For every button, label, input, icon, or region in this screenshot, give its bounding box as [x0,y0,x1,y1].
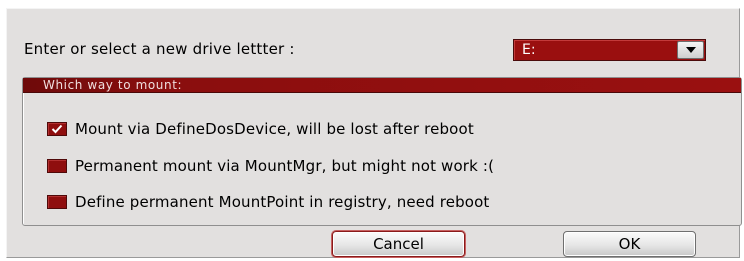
option-label: Mount via DefineDosDevice, will be lost … [75,120,474,138]
mount-dialog: Enter or select a new drive lettter : E:… [6,8,742,258]
checkbox-registry-mountpoint[interactable] [47,195,67,209]
mount-method-group: Which way to mount: Mount via DefineDosD… [22,77,742,226]
option-mountmgr[interactable]: Permanent mount via MountMgr, but might … [47,156,494,176]
option-label: Permanent mount via MountMgr, but might … [75,157,495,175]
drive-letter-select[interactable]: E: [513,39,706,61]
option-registry-mountpoint[interactable]: Define permanent MountPoint in registry,… [47,192,489,212]
chevron-down-icon [685,47,696,53]
option-definedosdevice[interactable]: Mount via DefineDosDevice, will be lost … [47,119,474,139]
group-title: Which way to mount: [23,78,741,93]
cancel-button[interactable]: Cancel [332,231,465,257]
checkbox-mountmgr[interactable] [47,159,67,173]
dropdown-button[interactable] [677,41,704,59]
option-label: Define permanent MountPoint in registry,… [75,193,490,211]
drive-letter-value: E: [522,42,536,58]
checkbox-definedosdevice[interactable] [47,122,67,136]
ok-button[interactable]: OK [563,231,696,257]
drive-letter-prompt: Enter or select a new drive lettter : [24,40,295,58]
checkmark-icon [51,124,63,134]
